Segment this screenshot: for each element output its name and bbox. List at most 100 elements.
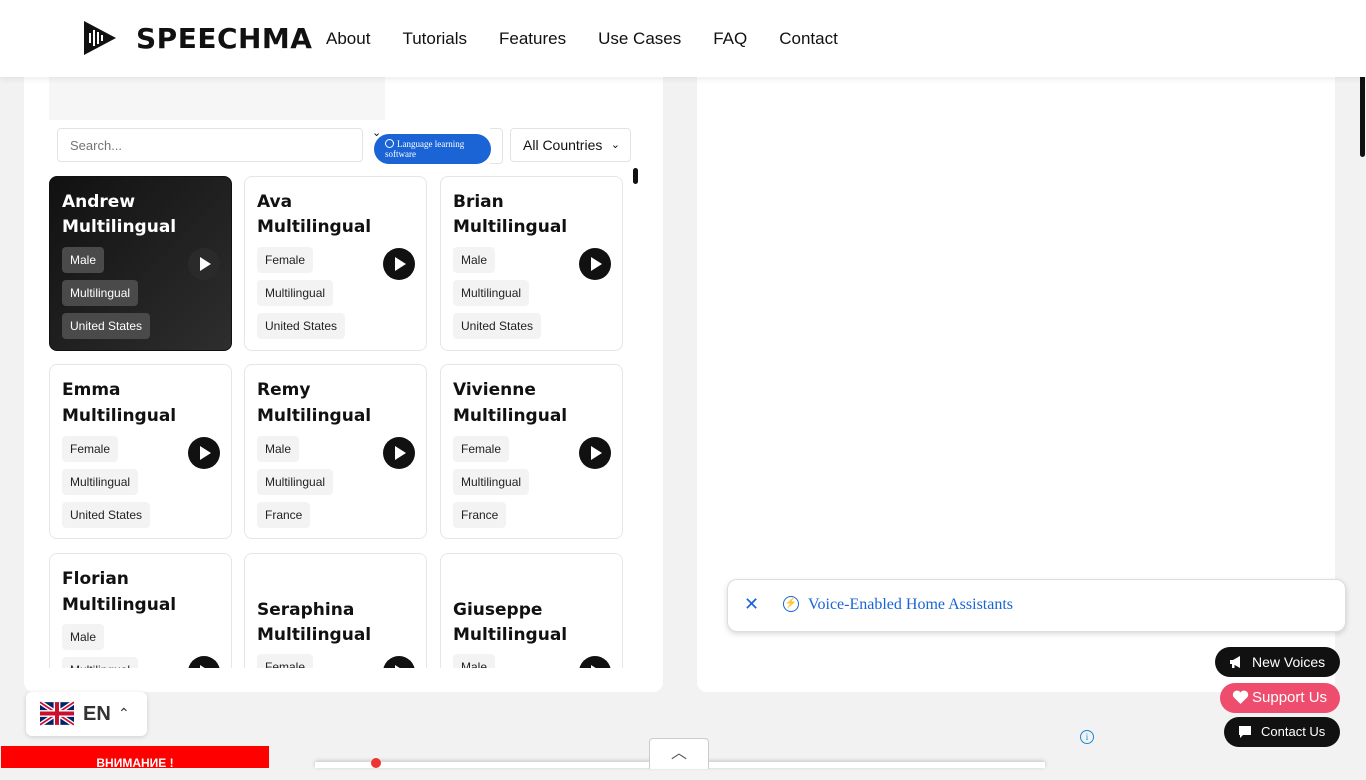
language-tag: Multilingual: [62, 657, 139, 668]
warning-banner[interactable]: ВНИМАНИЕ !: [1, 746, 269, 770]
close-icon[interactable]: ✕: [744, 594, 759, 615]
play-button[interactable]: [383, 656, 415, 668]
gender-tag: Male: [453, 247, 496, 273]
play-button[interactable]: [579, 656, 611, 668]
voice-name: Emma: [62, 380, 121, 400]
voice-name: Andrew: [62, 192, 136, 212]
voice-name: Vivienne: [453, 380, 536, 400]
new-voices-button[interactable]: New Voices: [1215, 647, 1340, 677]
uk-flag-icon: [40, 701, 74, 726]
ad-close-icon[interactable]: [371, 758, 381, 768]
nav-features[interactable]: Features: [499, 29, 566, 49]
support-us-label: Support Us: [1252, 689, 1328, 706]
lightning-icon: ⚡: [783, 596, 799, 612]
language-tag: Multilingual: [453, 469, 530, 495]
chevron-up-icon: ︿: [670, 745, 687, 762]
voice-name: Ava: [257, 192, 293, 212]
brand-name[interactable]: SPEECHMA: [136, 22, 312, 55]
voice-name: Giuseppe: [453, 600, 543, 620]
voice-model: Multilingual: [453, 625, 568, 645]
info-icon: [385, 139, 394, 148]
category-pill-label: Language learning software: [385, 139, 465, 159]
nav-about[interactable]: About: [326, 29, 370, 49]
gender-tag: Male: [62, 247, 105, 273]
megaphone-icon: [1230, 656, 1240, 668]
nav-use-cases[interactable]: Use Cases: [598, 29, 681, 49]
nav-contact[interactable]: Contact: [779, 29, 838, 49]
contact-us-button[interactable]: Contact Us: [1224, 717, 1340, 747]
country-select[interactable]: All Countries ⌄: [510, 128, 631, 162]
play-button[interactable]: [383, 248, 415, 280]
search-input[interactable]: [57, 128, 363, 162]
placeholder-block: [49, 77, 385, 120]
country-tag: United States: [257, 313, 346, 339]
voice-name: Remy: [257, 380, 311, 400]
gender-tag: Female: [257, 654, 314, 668]
voice-card-remy[interactable]: Remy Multilingual Male Multilingual Fran…: [244, 364, 427, 539]
voice-card-giuseppe[interactable]: Giuseppe Multilingual Male: [440, 553, 623, 668]
language-tag: Multilingual: [453, 280, 530, 306]
country-tag: United States: [62, 313, 151, 339]
nav-tutorials[interactable]: Tutorials: [402, 29, 467, 49]
voice-card-emma[interactable]: Emma Multilingual Female Multilingual Un…: [49, 364, 232, 539]
new-voices-label: New Voices: [1252, 654, 1326, 670]
country-tag: United States: [453, 313, 542, 339]
toast-text: Voice-Enabled Home Assistants: [808, 596, 1014, 613]
language-tag: Multilingual: [257, 469, 334, 495]
country-tag: France: [453, 502, 507, 528]
gender-tag: Female: [257, 247, 314, 273]
main-menu: About Tutorials Features Use Cases FAQ C…: [326, 29, 870, 49]
expand-ad-button[interactable]: ︿: [649, 738, 709, 769]
gender-tag: Female: [453, 436, 510, 462]
gender-tag: Female: [62, 436, 119, 462]
voice-model: Multilingual: [453, 217, 568, 237]
voice-model: Multilingual: [257, 406, 372, 426]
language-tag: Multilingual: [257, 280, 334, 306]
language-code: EN: [83, 703, 111, 725]
page-scrollbar[interactable]: [1360, 75, 1365, 157]
voice-model: Multilingual: [62, 595, 177, 615]
country-tag: United States: [62, 502, 151, 528]
play-button[interactable]: [383, 437, 415, 469]
top-navbar: SPEECHMA About Tutorials Features Use Ca…: [0, 0, 1366, 77]
voice-model: Multilingual: [453, 406, 568, 426]
voice-model: Multilingual: [62, 406, 177, 426]
voice-name: Florian: [62, 569, 129, 589]
gender-tag: Male: [257, 436, 300, 462]
language-tag: Multilingual: [62, 469, 139, 495]
voice-model: Multilingual: [257, 625, 372, 645]
voice-card-ava[interactable]: Ava Multilingual Female Multilingual Uni…: [244, 176, 427, 351]
gender-tag: Male: [453, 654, 496, 668]
voice-card-florian[interactable]: Florian Multilingual Male Multilingual: [49, 553, 232, 668]
nav-faq[interactable]: FAQ: [713, 29, 747, 49]
voice-card-andrew[interactable]: Andrew Multilingual Male Multilingual Un…: [49, 176, 232, 351]
voice-model: Multilingual: [62, 217, 177, 237]
voice-card-brian[interactable]: Brian Multilingual Male Multilingual Uni…: [440, 176, 623, 351]
category-filter-pill[interactable]: Language learning software: [374, 134, 491, 164]
voice-name: Seraphina: [257, 600, 355, 620]
gender-tag: Male: [62, 624, 105, 650]
ad-info-icon[interactable]: i: [1080, 730, 1094, 744]
category-filter-frame: [490, 128, 503, 164]
play-button[interactable]: [579, 437, 611, 469]
play-button[interactable]: [188, 656, 220, 668]
voice-model: Multilingual: [257, 217, 372, 237]
country-tag: France: [257, 502, 311, 528]
play-button[interactable]: [579, 248, 611, 280]
play-button[interactable]: [188, 437, 220, 469]
chat-icon: [1239, 726, 1251, 738]
speechma-logo-icon[interactable]: [82, 19, 118, 57]
heart-icon: [1232, 690, 1249, 704]
chevron-up-icon: ⌃: [118, 705, 130, 721]
voice-card-vivienne[interactable]: Vivienne Multilingual Female Multilingua…: [440, 364, 623, 539]
country-select-value: All Countries: [523, 137, 603, 153]
voice-name: Brian: [453, 192, 504, 212]
play-button[interactable]: [188, 248, 220, 280]
language-switcher[interactable]: EN ⌃: [26, 692, 147, 736]
voice-card-seraphina[interactable]: Seraphina Multilingual Female: [244, 553, 427, 668]
voice-list-scrollbar[interactable]: [633, 168, 638, 184]
use-case-toast[interactable]: ✕ ⚡ Voice-Enabled Home Assistants: [727, 579, 1346, 632]
support-us-button[interactable]: Support Us: [1220, 683, 1340, 713]
language-tag: Multilingual: [62, 280, 139, 306]
chevron-down-icon: ⌄: [610, 139, 620, 151]
